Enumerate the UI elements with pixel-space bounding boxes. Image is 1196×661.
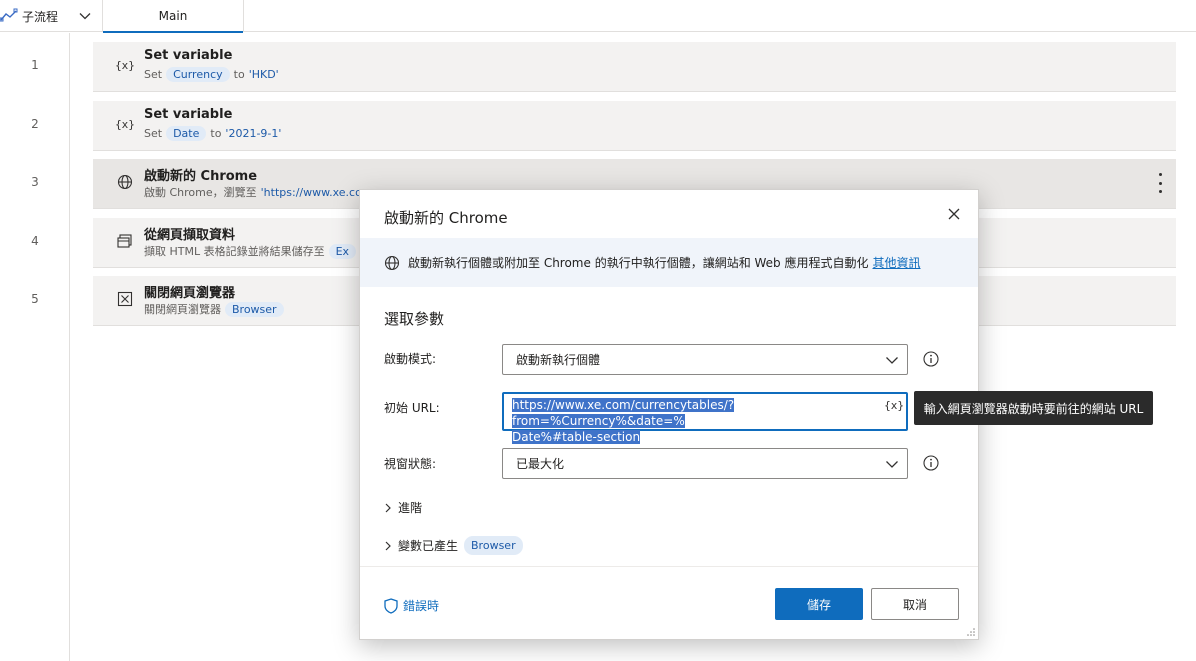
action-title: 關閉網頁瀏覽器 [144,286,236,301]
action-title: Set variable [144,107,233,122]
line-number: 5 [31,292,39,306]
line-number: 4 [31,234,39,248]
line-number-gutter: 1 2 3 4 5 [0,33,70,661]
close-browser-icon [115,290,135,308]
web-extract-icon [115,232,135,250]
action-description: 關閉網頁瀏覽器 Browser [144,301,284,317]
value-text: 'HKD' [248,68,279,81]
chevron-down-icon [79,13,91,20]
variables-produced-label: 變數已產生 [398,539,459,553]
on-error-button[interactable]: 錯誤時 [384,597,439,614]
desc-mid: to [210,127,222,140]
variable-tag[interactable]: Currency [166,67,230,82]
variable-icon: {x} [115,117,135,131]
chevron-right-icon [385,541,391,550]
variable-tag[interactable]: Date [166,126,207,141]
desc-prefix: 擷取 HTML 表格記錄並將結果儲存至 [144,245,325,258]
action-set-variable-currency[interactable]: {x} Set variable Set Currency to 'HKD' [93,42,1176,92]
action-title: 啟動新的 Chrome [144,169,258,184]
insert-variable-button[interactable]: {x} [884,398,904,414]
advanced-label: 進階 [398,501,423,515]
variable-tag[interactable]: Browser [225,301,284,317]
initial-url-label: 初始 URL: [384,401,440,415]
advanced-expander[interactable]: 進階 [384,499,422,516]
tab-bar: 子流程 Main [0,0,1196,33]
info-icon[interactable] [923,351,939,367]
cancel-button[interactable]: 取消 [871,588,959,620]
globe-icon [384,255,400,270]
more-info-link[interactable]: 其他資訊 [873,254,921,271]
info-text: 啟動新執行個體或附加至 Chrome 的執行中執行個體，讓網站和 Web 應用程… [408,256,869,270]
window-state-value: 已最大化 [516,457,565,471]
shield-icon [384,597,398,614]
variables-produced-expander[interactable]: 變數已產生 Browser [384,536,523,555]
info-bar: 啟動新執行個體或附加至 Chrome 的執行中執行個體，讓網站和 Web 應用程… [360,238,978,287]
line-number: 3 [31,175,39,189]
close-icon[interactable] [944,204,964,224]
initial-url-input[interactable]: https://www.xe.com/currencytables/?from=… [502,392,908,444]
on-error-label: 錯誤時 [403,599,440,613]
desc-mid: to [233,68,245,81]
launch-mode-value: 啟動新執行個體 [516,353,601,367]
action-description: 啟動 Chrome，瀏覽至 'https://www.xe.co [144,184,362,200]
footer-divider [360,566,978,567]
section-title: 選取參數 [384,310,445,328]
line-number: 1 [31,58,39,72]
action-title: 從網頁擷取資料 [144,228,236,243]
url-tooltip: 輸入網頁瀏覽器啟動時要前往的網站 URL [914,391,1153,425]
url-text-line1: https://www.xe.com/currencytables/?from=… [512,398,735,428]
action-description: Set Currency to 'HKD' [144,67,279,82]
action-title: Set variable [144,48,233,63]
variable-icon: {x} [115,58,135,72]
chevron-right-icon [385,503,391,512]
action-description: Set Date to '2021-9-1' [144,126,281,141]
variable-tag[interactable]: Browser [464,536,523,555]
window-state-select[interactable]: 已最大化 [502,448,908,479]
info-icon[interactable] [923,455,939,471]
subflow-icon [0,8,18,22]
desc-prefix: Set [144,68,163,81]
launch-chrome-dialog: 啟動新的 Chrome 啟動新執行個體或附加至 Chrome 的執行中執行個體，… [359,189,979,640]
action-set-variable-date[interactable]: {x} Set variable Set Date to '2021-9-1' [93,101,1176,151]
desc-prefix: Set [144,127,163,140]
value-text: '2021-9-1' [225,127,282,140]
desc-prefix: 關閉網頁瀏覽器 [144,303,221,316]
url-text-line2: Date%#table-section [512,430,641,444]
save-button[interactable]: 儲存 [775,588,863,620]
desc-prefix: 啟動 Chrome，瀏覽至 [144,186,257,199]
chevron-down-icon [886,461,898,468]
window-state-label: 視窗狀態: [384,457,437,471]
dialog-title: 啟動新的 Chrome [384,209,508,227]
tab-main[interactable]: Main [103,0,244,33]
resize-grip-icon[interactable] [966,627,976,637]
launch-mode-label: 啟動模式: [384,352,437,366]
subflow-dropdown[interactable]: 子流程 [0,0,103,32]
variable-tag[interactable]: Ex [328,243,357,259]
more-options-icon[interactable] [1156,173,1164,193]
action-description: 擷取 HTML 表格記錄並將結果儲存至 Ex [144,243,357,259]
chevron-down-icon [886,357,898,364]
url-text: 'https://www.xe.co [260,185,362,199]
line-number: 2 [31,117,39,131]
globe-icon [115,173,135,191]
subflow-label: 子流程 [22,9,59,24]
launch-mode-select[interactable]: 啟動新執行個體 [502,344,908,375]
